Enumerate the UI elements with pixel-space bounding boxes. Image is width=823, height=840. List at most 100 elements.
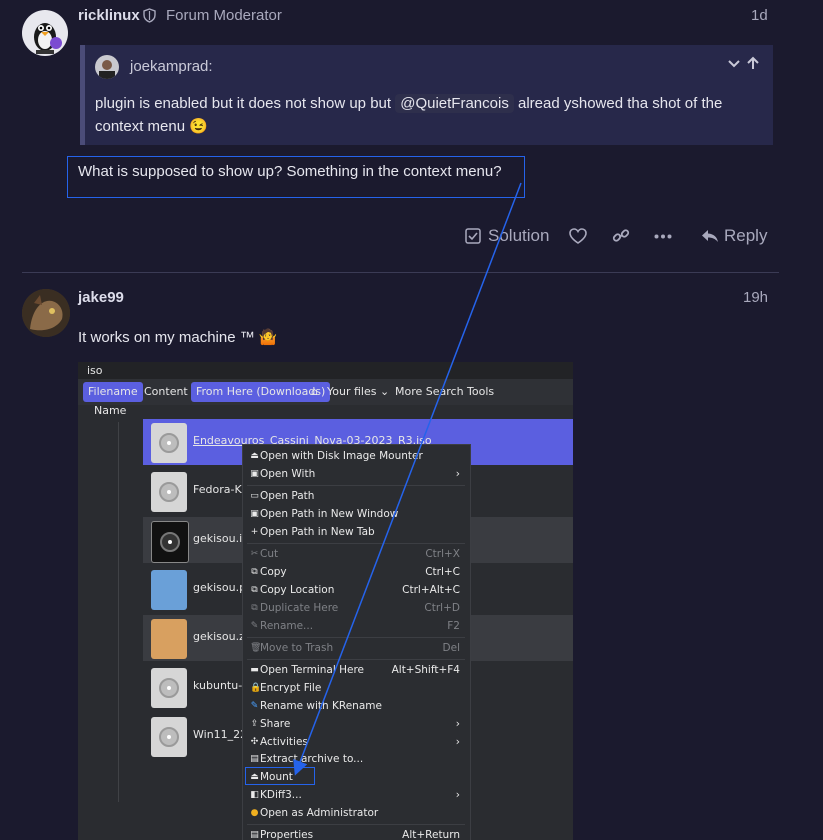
wink-emoji: 😉 — [189, 118, 208, 135]
cut-icon: ✂ — [250, 549, 259, 559]
post-body-text: It works on my machine ™ — [78, 329, 255, 346]
copy-location-icon: ⧉ — [251, 585, 258, 595]
mention-link[interactable]: @QuietFrancois — [395, 94, 514, 113]
column-name[interactable]: Name — [94, 404, 126, 417]
home-icon: ⌂ — [311, 385, 318, 398]
iso-file-icon — [151, 423, 187, 463]
menu-item-properties[interactable]: ▤ Properties Alt+Return — [243, 827, 468, 840]
menu-item-activities[interactable]: ✣ Activities › — [243, 734, 468, 751]
username[interactable]: jake99 — [78, 289, 124, 306]
tux-avatar-icon — [34, 23, 62, 54]
admin-icon: ● — [250, 808, 259, 818]
quote-text: plugin is enabled but it does not show u… — [95, 92, 755, 138]
tab-from-here[interactable]: From Here (Downloads) — [191, 382, 331, 402]
avatar-jake99[interactable] — [22, 289, 70, 337]
quote-author-avatar[interactable] — [95, 55, 119, 79]
username[interactable]: ricklinux — [78, 7, 140, 24]
zip-file-icon — [151, 619, 187, 659]
new-tab-icon: + — [250, 527, 259, 537]
activities-icon: ✣ — [250, 737, 259, 747]
moderator-shield-icon — [143, 8, 156, 28]
expand-quote-chevron-down-icon[interactable] — [726, 55, 742, 76]
menu-item-open-path[interactable]: ▭ Open Path — [243, 488, 468, 505]
window-title: iso — [87, 364, 103, 377]
folder-icon: ▭ — [250, 491, 259, 501]
menu-item-extract-archive[interactable]: ▤ Extract archive to... — [243, 751, 468, 768]
share-icon: ⇪ — [250, 719, 259, 729]
menu-item-duplicate-here[interactable]: ⧉ Duplicate Here Ctrl+D — [243, 600, 468, 617]
menu-item-copy-location[interactable]: ⧉ Copy Location Ctrl+Alt+C — [243, 582, 468, 599]
tab-your-files[interactable]: Your files — [322, 382, 381, 402]
duplicate-icon: ⧉ — [251, 603, 258, 613]
reply-icon[interactable] — [701, 228, 719, 244]
avatar-ricklinux[interactable] — [22, 10, 68, 56]
menu-item-copy[interactable]: ⧉ Copy Ctrl+C — [243, 564, 468, 581]
menu-item-encrypt-file[interactable]: 🔒 Encrypt File — [243, 680, 468, 697]
post-body: It works on my machine ™ 🤷 — [78, 328, 278, 346]
menu-item-rename-with-krename[interactable]: ✎ Rename with KRename — [243, 698, 468, 715]
like-heart-icon[interactable] — [569, 228, 587, 245]
png-file-icon — [151, 570, 187, 610]
shrug-emoji: 🤷 — [258, 329, 278, 346]
menu-separator — [247, 543, 465, 544]
tree-guide — [118, 422, 119, 802]
menu-item-move-to-trash[interactable]: 🗑 Move to Trash Del — [243, 640, 468, 657]
more-options-icon[interactable] — [654, 234, 672, 239]
solution-button[interactable]: Solution — [488, 226, 549, 246]
open-with-icon: ▣ — [250, 469, 259, 479]
quote-block: joekamprad: plugin is enabled but it doe… — [80, 45, 773, 145]
new-window-icon: ▣ — [250, 509, 259, 519]
tab-content[interactable]: Content — [139, 382, 193, 402]
menu-item-open-as-administrator[interactable]: ● Open as Administrator — [243, 805, 468, 822]
menu-item-open-path-new-window[interactable]: ▣ Open Path in New Window — [243, 506, 468, 523]
share-link-icon[interactable] — [612, 227, 630, 245]
post-body: What is supposed to show up? Something i… — [78, 163, 502, 180]
lock-icon: 🔒 — [250, 683, 262, 693]
quote-author[interactable]: joekamprad: — [130, 58, 213, 75]
post-divider — [22, 272, 779, 273]
menu-item-kdiff3[interactable]: ◧ KDiff3... › — [243, 787, 468, 804]
menu-item-share[interactable]: ⇪ Share › — [243, 716, 468, 733]
archive-icon: ▤ — [250, 754, 259, 764]
post-date[interactable]: 19h — [743, 289, 768, 306]
trash-icon: 🗑 — [250, 643, 262, 653]
menu-item-open-with[interactable]: ▣ Open With › — [243, 466, 468, 483]
search-tabbar: Filename Content From Here (Downloads) ⌂… — [78, 379, 573, 405]
reply-button[interactable]: Reply — [724, 226, 767, 246]
embedded-screenshot[interactable]: iso Filename Content From Here (Download… — [78, 362, 573, 840]
menu-item-cut[interactable]: ✂ Cut Ctrl+X — [243, 546, 468, 563]
disk-mounter-icon: ⏏ — [250, 451, 259, 461]
iso-file-icon — [151, 668, 187, 708]
krename-icon: ✎ — [250, 701, 259, 711]
menu-separator — [247, 824, 465, 825]
menu-item-rename[interactable]: ✎ Rename... F2 — [243, 618, 468, 635]
dragon-avatar-icon — [22, 289, 70, 337]
file-name: kubuntu-2 — [193, 679, 250, 692]
rename-icon: ✎ — [250, 621, 259, 631]
terminal-icon: ▬ — [250, 665, 259, 675]
iso-file-icon — [151, 717, 187, 757]
quote-text-after: alread yshowed tha shot of the — [513, 95, 723, 112]
menu-separator — [247, 637, 465, 638]
mount-highlight-box — [245, 767, 315, 785]
menu-separator — [247, 659, 465, 660]
menu-item-open-terminal-here[interactable]: ▬ Open Terminal Here Alt+Shift+F4 — [243, 662, 468, 679]
menu-item-open-path-new-tab[interactable]: + Open Path in New Tab — [243, 524, 468, 541]
column-header: Name — [78, 404, 573, 419]
solution-checkbox-icon[interactable] — [465, 228, 481, 244]
copy-icon: ⧉ — [251, 567, 258, 577]
post-actions: Solution Reply — [465, 226, 775, 248]
post-date[interactable]: 1d — [751, 7, 768, 24]
tab-filename[interactable]: Filename — [83, 382, 143, 402]
quote-text-line2: context menu — [95, 118, 186, 135]
window-titlebar: iso — [78, 362, 573, 379]
image-file-icon — [151, 521, 189, 563]
kdiff3-icon: ◧ — [250, 790, 259, 800]
chevron-down-icon: ⌄ — [380, 385, 390, 398]
tab-more-search-tools[interactable]: More Search Tools — [390, 382, 499, 402]
properties-icon: ▤ — [250, 830, 259, 840]
iso-file-icon — [151, 472, 187, 512]
go-to-quoted-arrow-up-icon[interactable] — [745, 55, 761, 76]
menu-separator — [247, 485, 465, 486]
menu-item-open-with-disk-image-mounter[interactable]: ⏏ Open with Disk Image Mounter — [243, 448, 468, 465]
